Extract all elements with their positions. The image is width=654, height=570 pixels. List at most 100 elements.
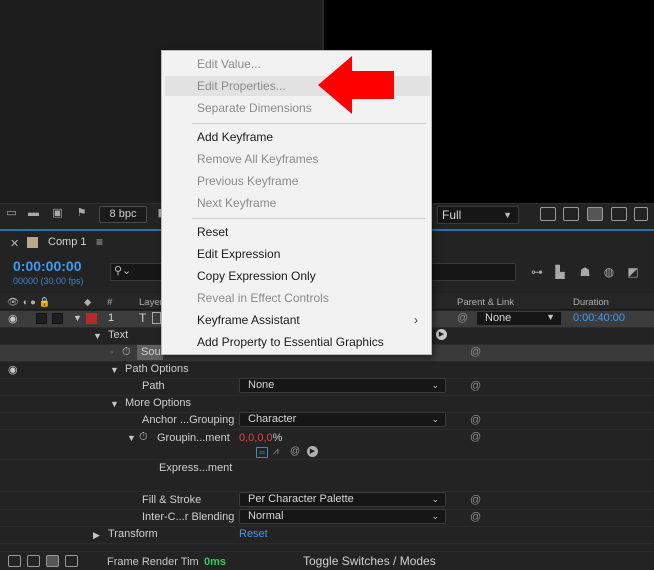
search-icon: ⚲⌄ <box>114 265 132 277</box>
path-select[interactable]: None ⌄ <box>239 378 446 393</box>
inter-char-blending-value: Normal <box>248 510 284 522</box>
layer-duration[interactable]: 0:00:40:00 <box>573 312 625 324</box>
layer-switches-icon[interactable] <box>8 555 21 567</box>
parent-value: None <box>485 312 512 324</box>
grouping-value-x[interactable]: 0,0 <box>239 432 254 444</box>
frame-blending-icon[interactable]: ◍ <box>601 265 617 279</box>
eye-icon[interactable]: ◉ <box>8 363 18 376</box>
composition-mini-flowchart-icon[interactable]: ⊶ <box>529 265 545 279</box>
column-parent: Parent & Link <box>457 297 515 308</box>
animate-menu-icon[interactable]: ▶ <box>436 329 447 340</box>
chevron-down-icon: ⌄ <box>431 380 439 390</box>
menu-item-next-keyframe[interactable]: Next Keyframe <box>197 196 276 210</box>
transfer-controls-icon[interactable] <box>27 555 40 567</box>
column-number: # <box>107 297 113 308</box>
layer-name-field[interactable] <box>152 312 161 324</box>
menu-item-copy-expression-only[interactable]: Copy Expression Only <box>197 269 316 283</box>
bit-depth-button[interactable]: 8 bpc <box>99 206 147 223</box>
stopwatch-icon[interactable]: ⏱ <box>122 346 131 359</box>
snapshot-icon[interactable]: ▭ <box>4 206 19 220</box>
menu-item-add-keyframe[interactable]: Add Keyframe <box>197 130 273 144</box>
expression-enable-icon[interactable]: ═ <box>256 447 268 458</box>
spiral-pickwhip-icon[interactable]: @ <box>457 312 468 324</box>
folder-icon[interactable]: ▬ <box>26 206 41 220</box>
menu-item-separate-dimensions[interactable]: Separate Dimensions <box>197 101 312 115</box>
motion-blur-icon[interactable]: ◩ <box>625 265 641 279</box>
anchor-grouping-select[interactable]: Character ⌄ <box>239 412 446 427</box>
render-time-icon[interactable] <box>65 555 78 567</box>
draft-3d-icon[interactable]: ▙ <box>552 265 568 279</box>
close-icon[interactable]: ✕ <box>10 237 19 250</box>
more-options-label: More Options <box>125 397 192 409</box>
menu-item-reset[interactable]: Reset <box>197 225 228 239</box>
menu-item-reveal-in-effect-controls[interactable]: Reveal in Effect Controls <box>197 291 329 305</box>
menu-item-edit-properties[interactable]: Edit Properties... <box>197 79 286 93</box>
film-icon[interactable]: ▣ <box>50 206 65 220</box>
spiral-pickwhip-icon[interactable]: @ <box>470 346 481 358</box>
lock-toggle[interactable] <box>52 313 63 324</box>
fill-stroke-value: Per Character Palette <box>248 493 354 505</box>
layer-label-color[interactable] <box>86 313 97 324</box>
menu-item-edit-value[interactable]: Edit Value... <box>197 57 261 71</box>
toggle-switches-modes-button[interactable]: Toggle Switches / Modes <box>303 554 436 568</box>
menu-item-edit-expression[interactable]: Edit Expression <box>197 247 280 261</box>
chevron-down-icon: ⌄ <box>431 494 439 504</box>
menu-item-previous-keyframe[interactable]: Previous Keyframe <box>197 174 298 188</box>
property-row-more-options[interactable] <box>0 396 654 413</box>
inter-char-blending-label: Inter-C...r Blending <box>142 511 235 523</box>
transform-reset-link[interactable]: Reset <box>239 528 268 540</box>
expression-label: Express...ment <box>159 462 233 474</box>
spiral-pickwhip-icon[interactable]: @ <box>470 380 481 392</box>
menu-separator <box>192 123 426 124</box>
chevron-down-icon[interactable]: ▼ <box>93 331 102 341</box>
in-out-panes-icon[interactable] <box>46 555 59 567</box>
graph-icon[interactable]: ⚑ <box>74 206 89 220</box>
path-label: Path <box>142 380 165 392</box>
property-row-path-options[interactable] <box>0 362 654 379</box>
resolution-select[interactable]: Full ▼ <box>437 206 519 224</box>
anchor-grouping-value: Character <box>248 413 297 425</box>
chevron-down-icon: ▼ <box>503 210 512 220</box>
menu-item-add-property-to-essential-graphics[interactable]: Add Property to Essential Graphics <box>197 335 384 349</box>
spiral-pickwhip-icon[interactable]: @ <box>470 494 481 506</box>
chevron-down-icon[interactable]: ▼ <box>73 313 82 323</box>
chevron-down-icon[interactable]: ▼ <box>127 433 136 443</box>
panel-menu-icon[interactable]: ≡ <box>96 235 103 249</box>
chevron-down-icon: ▼ <box>546 312 555 322</box>
menu-item-remove-all-keyframes[interactable]: Remove All Keyframes <box>197 152 318 166</box>
property-row-grouping-alignment[interactable] <box>0 430 654 460</box>
fill-stroke-select[interactable]: Per Character Palette ⌄ <box>239 492 446 507</box>
graph-editor-icon[interactable]: ⩘ <box>273 446 279 457</box>
solo-toggle[interactable] <box>36 313 47 324</box>
resolution-value: Full <box>442 208 462 222</box>
chevron-down-icon[interactable]: ▼ <box>110 365 119 375</box>
parent-select[interactable]: None ▼ <box>476 311 562 326</box>
chevron-right-icon[interactable]: ▶ <box>93 530 100 541</box>
grouping-alignment-value[interactable]: 0,0,0,0% <box>239 432 282 444</box>
spiral-pickwhip-icon[interactable]: @ <box>470 511 481 523</box>
expression-language-menu-icon[interactable]: ▶ <box>307 446 318 457</box>
tab-comp[interactable]: Comp 1 <box>48 236 87 248</box>
spiral-pickwhip-icon[interactable]: @ <box>470 414 481 426</box>
menu-item-keyframe-assistant[interactable]: Keyframe Assistant <box>197 313 300 327</box>
chevron-down-icon: ⌄ <box>431 511 439 521</box>
inter-char-blending-select[interactable]: Normal ⌄ <box>239 509 446 524</box>
pickwhip-icon[interactable]: @ <box>290 446 300 457</box>
shy-layers-icon[interactable]: ☗ <box>577 265 593 279</box>
mask-toggle-icon[interactable] <box>587 207 603 221</box>
guides-icon[interactable] <box>611 207 627 221</box>
text-layer-icon: T <box>139 311 147 325</box>
spiral-pickwhip-icon[interactable]: @ <box>470 431 481 443</box>
label-icon: ◆ <box>84 297 92 308</box>
region-icon[interactable] <box>540 207 556 221</box>
chevron-down-icon: ⌄ <box>431 414 439 424</box>
grouping-value-y[interactable]: 0,0 <box>257 432 272 444</box>
3d-view-icon[interactable] <box>634 207 648 221</box>
stopwatch-icon[interactable]: ⏱ <box>139 431 148 444</box>
chevron-down-icon[interactable]: ▼ <box>110 399 119 409</box>
chevron-right-icon: › <box>414 313 418 327</box>
current-time-display[interactable]: 0:00:00:00 <box>13 258 82 274</box>
frame-render-time-label: Frame Render Tim <box>107 556 199 568</box>
eye-icon[interactable]: ◉ <box>8 312 18 325</box>
transparency-grid-icon[interactable] <box>563 207 579 221</box>
